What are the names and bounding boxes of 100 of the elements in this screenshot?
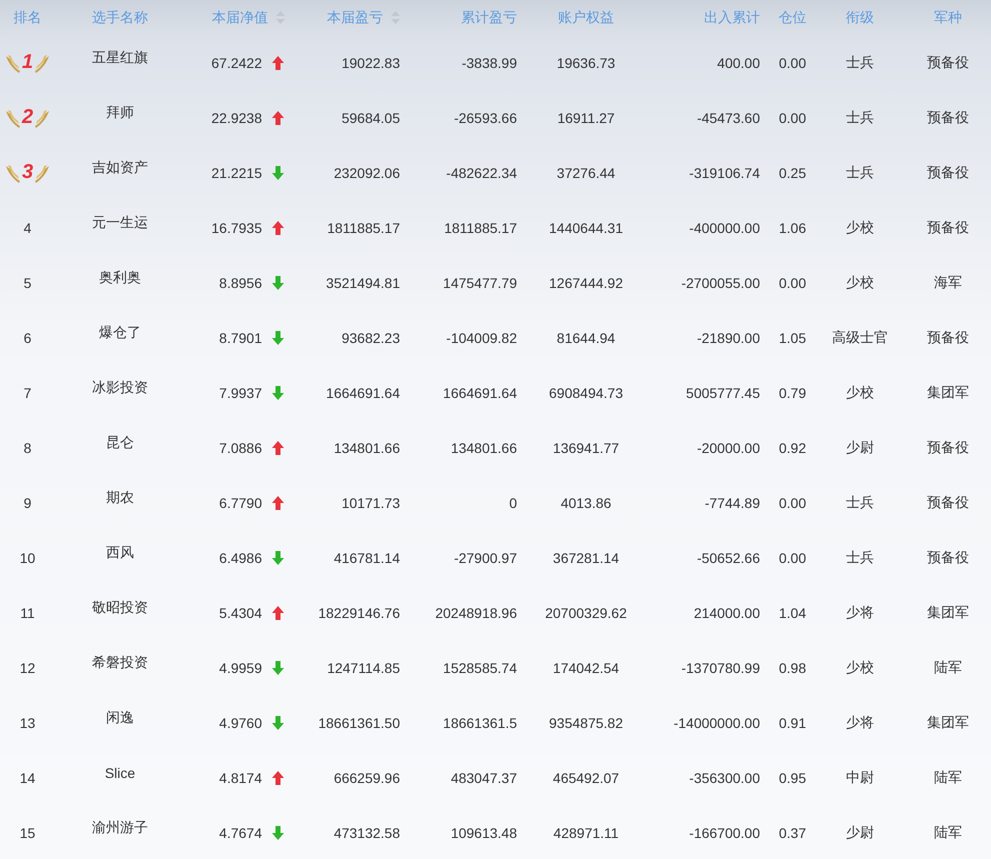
table-cell: -45473.60 (696, 110, 760, 126)
table-cell: 少校 (846, 274, 874, 292)
table-cell: 少将 (846, 604, 874, 622)
table-cell: 0.25 (778, 164, 806, 180)
table-cell: 18661361.5 (443, 714, 517, 730)
table-cell: 13 (20, 714, 36, 730)
table-cell-text: 渝州游子 (92, 818, 148, 836)
table-cell: 预备役 (927, 438, 969, 456)
table-cell: 预备役 (927, 218, 969, 236)
table-cell: 174042.54 (552, 660, 620, 676)
column-header: 军种 (934, 8, 962, 26)
table-cell: 1440644.31 (549, 220, 623, 236)
table-cell: 4 (24, 220, 32, 236)
table-cell: 6 (24, 330, 32, 346)
table-cell: 少尉 (846, 438, 874, 456)
table-cell-text: 爆仓了 (99, 324, 141, 342)
table-cell: 5.4304 (219, 604, 262, 620)
table-cell: 中尉 (846, 768, 874, 786)
table-cell: 少尉 (846, 824, 874, 842)
table-cell: 0.00 (778, 494, 806, 510)
table-cell: 6.4986 (219, 550, 262, 566)
table-cell: 士兵 (846, 108, 874, 126)
table-cell: 134801.66 (450, 440, 517, 456)
table-cell-text: 五星红旗 (92, 48, 148, 66)
table-cell: -400000.00 (689, 220, 760, 236)
table-cell: 士兵 (846, 548, 874, 566)
table-cell: 6.7790 (219, 494, 262, 510)
table-cell: 4.7674 (219, 824, 262, 840)
table-cell: 8 (24, 440, 32, 456)
table-cell: 海军 (934, 274, 962, 292)
table-cell-text: 元一生运 (92, 214, 148, 232)
table-cell-text: 期农 (106, 488, 134, 506)
table-cell: -1370780.99 (681, 660, 760, 676)
table-cell: 集团军 (927, 604, 969, 622)
table-cell: 0.37 (778, 824, 806, 840)
table-cell: 6908494.73 (549, 384, 623, 400)
table-cell: 367281.14 (552, 550, 620, 566)
table-cell-text: 吉如资产 (92, 158, 148, 176)
table-cell: -7744.89 (704, 494, 760, 510)
table-cell: 士兵 (846, 494, 874, 512)
table-cell: 1664691.64 (443, 384, 517, 400)
table-cell: 预备役 (927, 54, 969, 72)
table-cell: 陆军 (934, 658, 962, 676)
column-header: 累计盈亏 (461, 8, 517, 26)
table-cell: 0.00 (778, 274, 806, 290)
table-cell: 81644.94 (556, 330, 616, 346)
table-cell: 1528585.74 (443, 660, 517, 676)
table-cell-text: 敬昭投资 (92, 598, 148, 616)
table-cell: 11 (20, 604, 35, 620)
table-cell: 1811885.17 (444, 220, 517, 236)
rank-number: 2 (22, 106, 34, 129)
table-cell: 416781.14 (334, 550, 400, 566)
table-cell: 4013.86 (560, 494, 612, 510)
table-cell: 7.9937 (219, 384, 262, 400)
table-cell: 21.2215 (211, 164, 262, 180)
table-cell: 少校 (846, 218, 874, 236)
table-cell: 22.9238 (211, 110, 262, 126)
table-cell: 0.95 (778, 770, 806, 786)
table-cell: 37276.44 (556, 164, 616, 180)
table-cell: 3521494.81 (326, 274, 400, 290)
table-cell: 7.0886 (219, 440, 262, 456)
table-cell: -50652.66 (696, 550, 760, 566)
table-cell: 0.91 (778, 714, 806, 730)
table-cell: 93682.23 (342, 330, 400, 346)
table-cell: 5005777.45 (686, 384, 760, 400)
table-cell: -2700055.00 (681, 274, 760, 290)
rank-number: 1 (22, 51, 34, 74)
table-cell: 预备役 (927, 328, 969, 346)
table-cell: 8.8956 (219, 274, 262, 290)
table-cell: 400.00 (717, 54, 760, 70)
table-cell: 0.98 (778, 660, 806, 676)
table-cell: 1.04 (778, 604, 806, 620)
table-cell: 483047.37 (450, 770, 517, 786)
table-cell: 集团军 (927, 384, 969, 402)
table-cell-text: 希磐投资 (92, 654, 148, 672)
table-cell: -319106.74 (689, 164, 760, 180)
table-cell: 高级士官 (832, 328, 888, 346)
table-cell: -356300.00 (689, 770, 760, 786)
column-header[interactable]: 本届净值 (212, 8, 268, 26)
table-cell: 20700329.62 (545, 604, 627, 620)
table-cell: 666259.96 (334, 770, 400, 786)
table-cell: 473132.58 (334, 824, 400, 840)
table-cell: -21890.00 (696, 330, 760, 346)
table-cell: 0.00 (778, 54, 806, 70)
table-cell: 士兵 (846, 54, 874, 72)
table-cell: 5 (24, 274, 32, 290)
table-cell: 0.00 (778, 110, 806, 126)
table-cell: 19022.83 (342, 54, 400, 70)
table-cell: 0.79 (778, 384, 806, 400)
table-cell-text: 闲逸 (106, 708, 134, 726)
table-cell: 9354875.82 (549, 714, 623, 730)
table-cell: -3838.99 (462, 54, 517, 70)
table-cell: 集团军 (927, 714, 969, 732)
table-cell: 1.05 (778, 330, 806, 346)
table-cell: 232092.06 (334, 164, 400, 180)
table-cell: 20248918.96 (435, 604, 517, 620)
column-header[interactable]: 本届盈亏 (327, 8, 383, 26)
table-cell: 7 (24, 384, 32, 400)
table-cell: 1475477.79 (443, 274, 517, 290)
table-cell: 士兵 (846, 164, 874, 182)
